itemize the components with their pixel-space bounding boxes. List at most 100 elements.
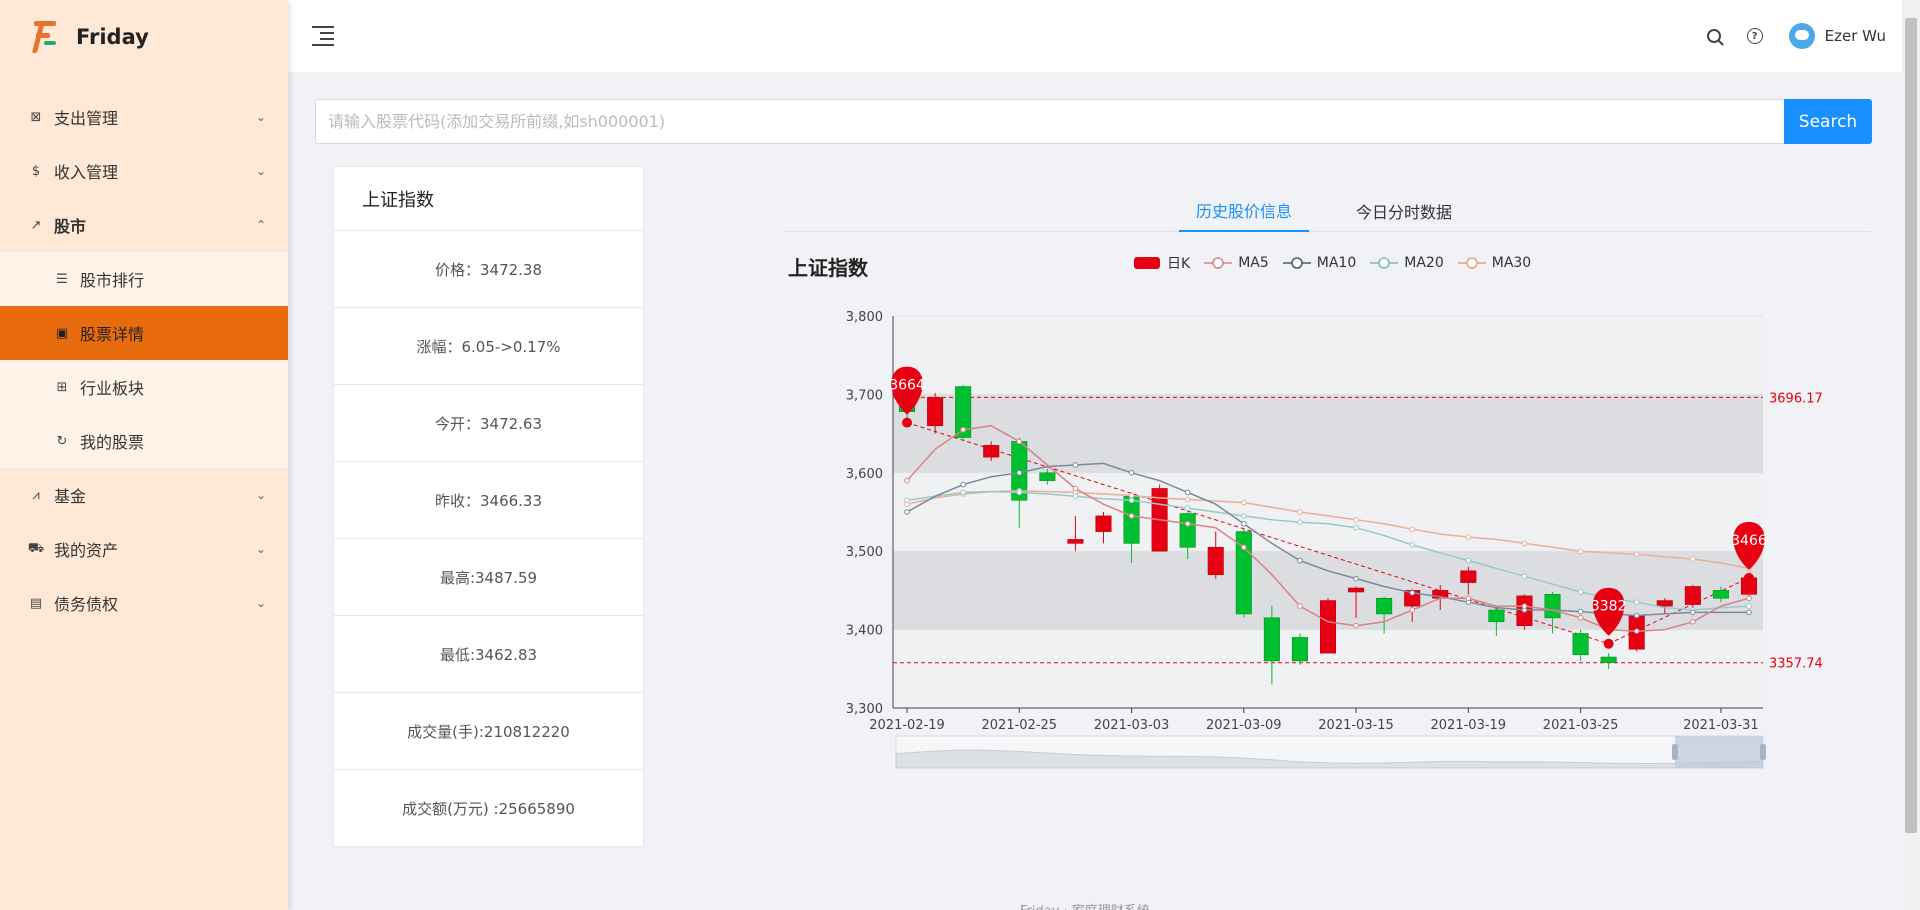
legend-item-dayk[interactable]: 日K	[1133, 253, 1190, 273]
x-tick-label: 2021-03-03	[1094, 718, 1170, 733]
ma5-point	[1184, 520, 1191, 527]
candle-body	[1291, 637, 1308, 662]
ma5-point	[1241, 544, 1247, 551]
sidebar-item-my-stocks[interactable]: ↻ 我的股票	[0, 414, 288, 468]
ma20-point	[1016, 489, 1023, 496]
refresh-icon: ↻	[56, 433, 68, 449]
legend-swatch-ma5	[1204, 257, 1233, 269]
sidebar-menu: ⊠ 支出管理 ⌄ $ 收入管理 ⌄ ↗ 股市 ⌃ ☰ 股市排行 ▣ 股票详情 ⊞	[0, 90, 288, 630]
search-button[interactable]: Search	[1784, 99, 1872, 144]
candle-body	[1460, 570, 1477, 583]
ma5-point	[1577, 615, 1584, 621]
datazoom-handle-right	[1760, 744, 1766, 760]
x-tick-label: 2021-02-25	[982, 718, 1058, 733]
ma20-point	[1577, 589, 1584, 595]
stock-info-card: 上证指数 价格：3472.38 涨幅：6.05->0.17% 今开：3472.6…	[333, 166, 644, 847]
help-icon[interactable]: ?	[1746, 28, 1763, 44]
ma30-point	[1633, 551, 1640, 558]
user-menu[interactable]: Ezer Wu	[1788, 23, 1886, 49]
ma10-point	[1128, 470, 1135, 476]
mark-line-label: 3357.74	[1769, 657, 1823, 672]
car-icon: ⛟	[27, 540, 45, 556]
ma10-point	[960, 481, 966, 488]
legend-label: 日K	[1167, 256, 1191, 272]
sidebar-item-fund[interactable]: ⩘ 基金 ⌄	[0, 468, 288, 522]
y-tick-label: 3,300	[846, 702, 883, 717]
x-tick-label: 2021-03-19	[1431, 718, 1507, 733]
legend-item-ma30[interactable]: MA30	[1457, 253, 1531, 273]
x-tick-label: 2021-03-15	[1318, 718, 1394, 733]
candle-body	[1319, 600, 1337, 654]
info-low: 最低:3462.83	[334, 616, 643, 693]
legend-swatch-dayk	[1134, 257, 1160, 269]
ma10-point	[1016, 470, 1023, 476]
candle-body	[1207, 546, 1224, 576]
ma5-point	[1353, 622, 1359, 629]
list-icon: ☰	[56, 271, 68, 287]
tab-intraday[interactable]: 今日分时数据	[1339, 190, 1469, 232]
sidebar-item-debt[interactable]: ▤ 债务债权 ⌄	[0, 576, 288, 630]
sidebar-item-industry[interactable]: ⊞ 行业板块	[0, 360, 288, 414]
ma30-point	[1465, 534, 1472, 540]
datazoom-window	[1675, 736, 1763, 768]
area-chart-icon: ⩘	[32, 487, 40, 503]
grid-icon: ⊞	[56, 379, 68, 395]
stock-submenu: ☰ 股市排行 ▣ 股票详情 ⊞ 行业板块 ↻ 我的股票	[0, 252, 288, 468]
sidebar-item-stock-detail[interactable]: ▣ 股票详情	[0, 306, 288, 360]
ma30-point	[1353, 517, 1359, 523]
ma5-point	[1465, 595, 1472, 602]
ma20-point	[1128, 497, 1135, 504]
info-open: 今开：3472.63	[334, 385, 643, 462]
ma5-point	[960, 426, 966, 433]
ma5-point	[1016, 438, 1023, 445]
chevron-down-icon: ⌄	[255, 164, 266, 178]
app-name: Friday	[76, 25, 149, 49]
logo[interactable]: Friday	[0, 0, 288, 74]
candle-body	[1348, 587, 1365, 593]
sidebar-item-stock[interactable]: ↗ 股市 ⌃	[0, 198, 288, 252]
legend-item-ma20[interactable]: MA20	[1370, 253, 1444, 273]
sidebar-item-label: 股市排行	[80, 271, 145, 290]
ma30-point	[1241, 499, 1247, 506]
ma20-point	[904, 497, 910, 504]
info-turnover: 成交额(万元) :25665890	[402, 800, 575, 818]
ma20-point	[1409, 542, 1415, 548]
ma20-point	[1746, 603, 1752, 609]
search-icon[interactable]	[1706, 29, 1721, 43]
kline-svg[interactable]: 3,300 3,400 3,500 3,600 3,700 3,800 2021-02-19…	[783, 240, 1871, 780]
legend-label: MA5	[1238, 255, 1269, 271]
ma20-point	[1184, 505, 1191, 511]
legend-label: MA20	[1404, 255, 1444, 271]
legend-item-ma10[interactable]: MA10	[1282, 253, 1356, 273]
datazoom-handle-left	[1672, 744, 1678, 760]
candle-body	[1095, 515, 1112, 532]
sidebar-item-stock-ranking[interactable]: ☰ 股市排行	[0, 252, 288, 306]
scrollbar-thumb[interactable]	[1905, 18, 1917, 833]
stock-name: 上证指数	[334, 167, 643, 231]
sidebar-item-expense[interactable]: ⊠ 支出管理 ⌄	[0, 90, 288, 144]
candle-body	[1712, 590, 1729, 599]
ma30-point	[1184, 496, 1191, 503]
ma10-point	[904, 509, 910, 515]
candle-body	[1600, 656, 1617, 663]
menu-fold-icon[interactable]	[312, 26, 334, 46]
data-tabs: 历史股价信息 今日分时数据	[783, 190, 1871, 232]
ma5-point	[1409, 607, 1415, 613]
line-chart-icon: ↗	[30, 217, 42, 233]
mark-point-dot	[1603, 638, 1614, 649]
ma30-point	[1521, 540, 1528, 547]
vertical-scrollbar[interactable]	[1902, 0, 1920, 910]
sidebar-item-income[interactable]: $ 收入管理 ⌄	[0, 144, 288, 198]
y-tick-label: 3,400	[846, 624, 883, 639]
stock-code-input[interactable]	[315, 99, 1784, 144]
stock-search-bar: Search	[315, 99, 1872, 144]
legend-item-ma5[interactable]: MA5	[1204, 253, 1269, 273]
tab-history[interactable]: 历史股价信息	[1179, 190, 1309, 232]
mark-point-dot	[1743, 572, 1754, 583]
chevron-up-icon: ⌃	[255, 218, 266, 232]
ma10-point	[1297, 557, 1303, 564]
ma30-point	[1128, 492, 1135, 499]
y-tick-label: 3,500	[846, 545, 883, 560]
ma20-point	[1353, 524, 1359, 531]
sidebar-item-assets[interactable]: ⛟ 我的资产 ⌄	[0, 522, 288, 576]
